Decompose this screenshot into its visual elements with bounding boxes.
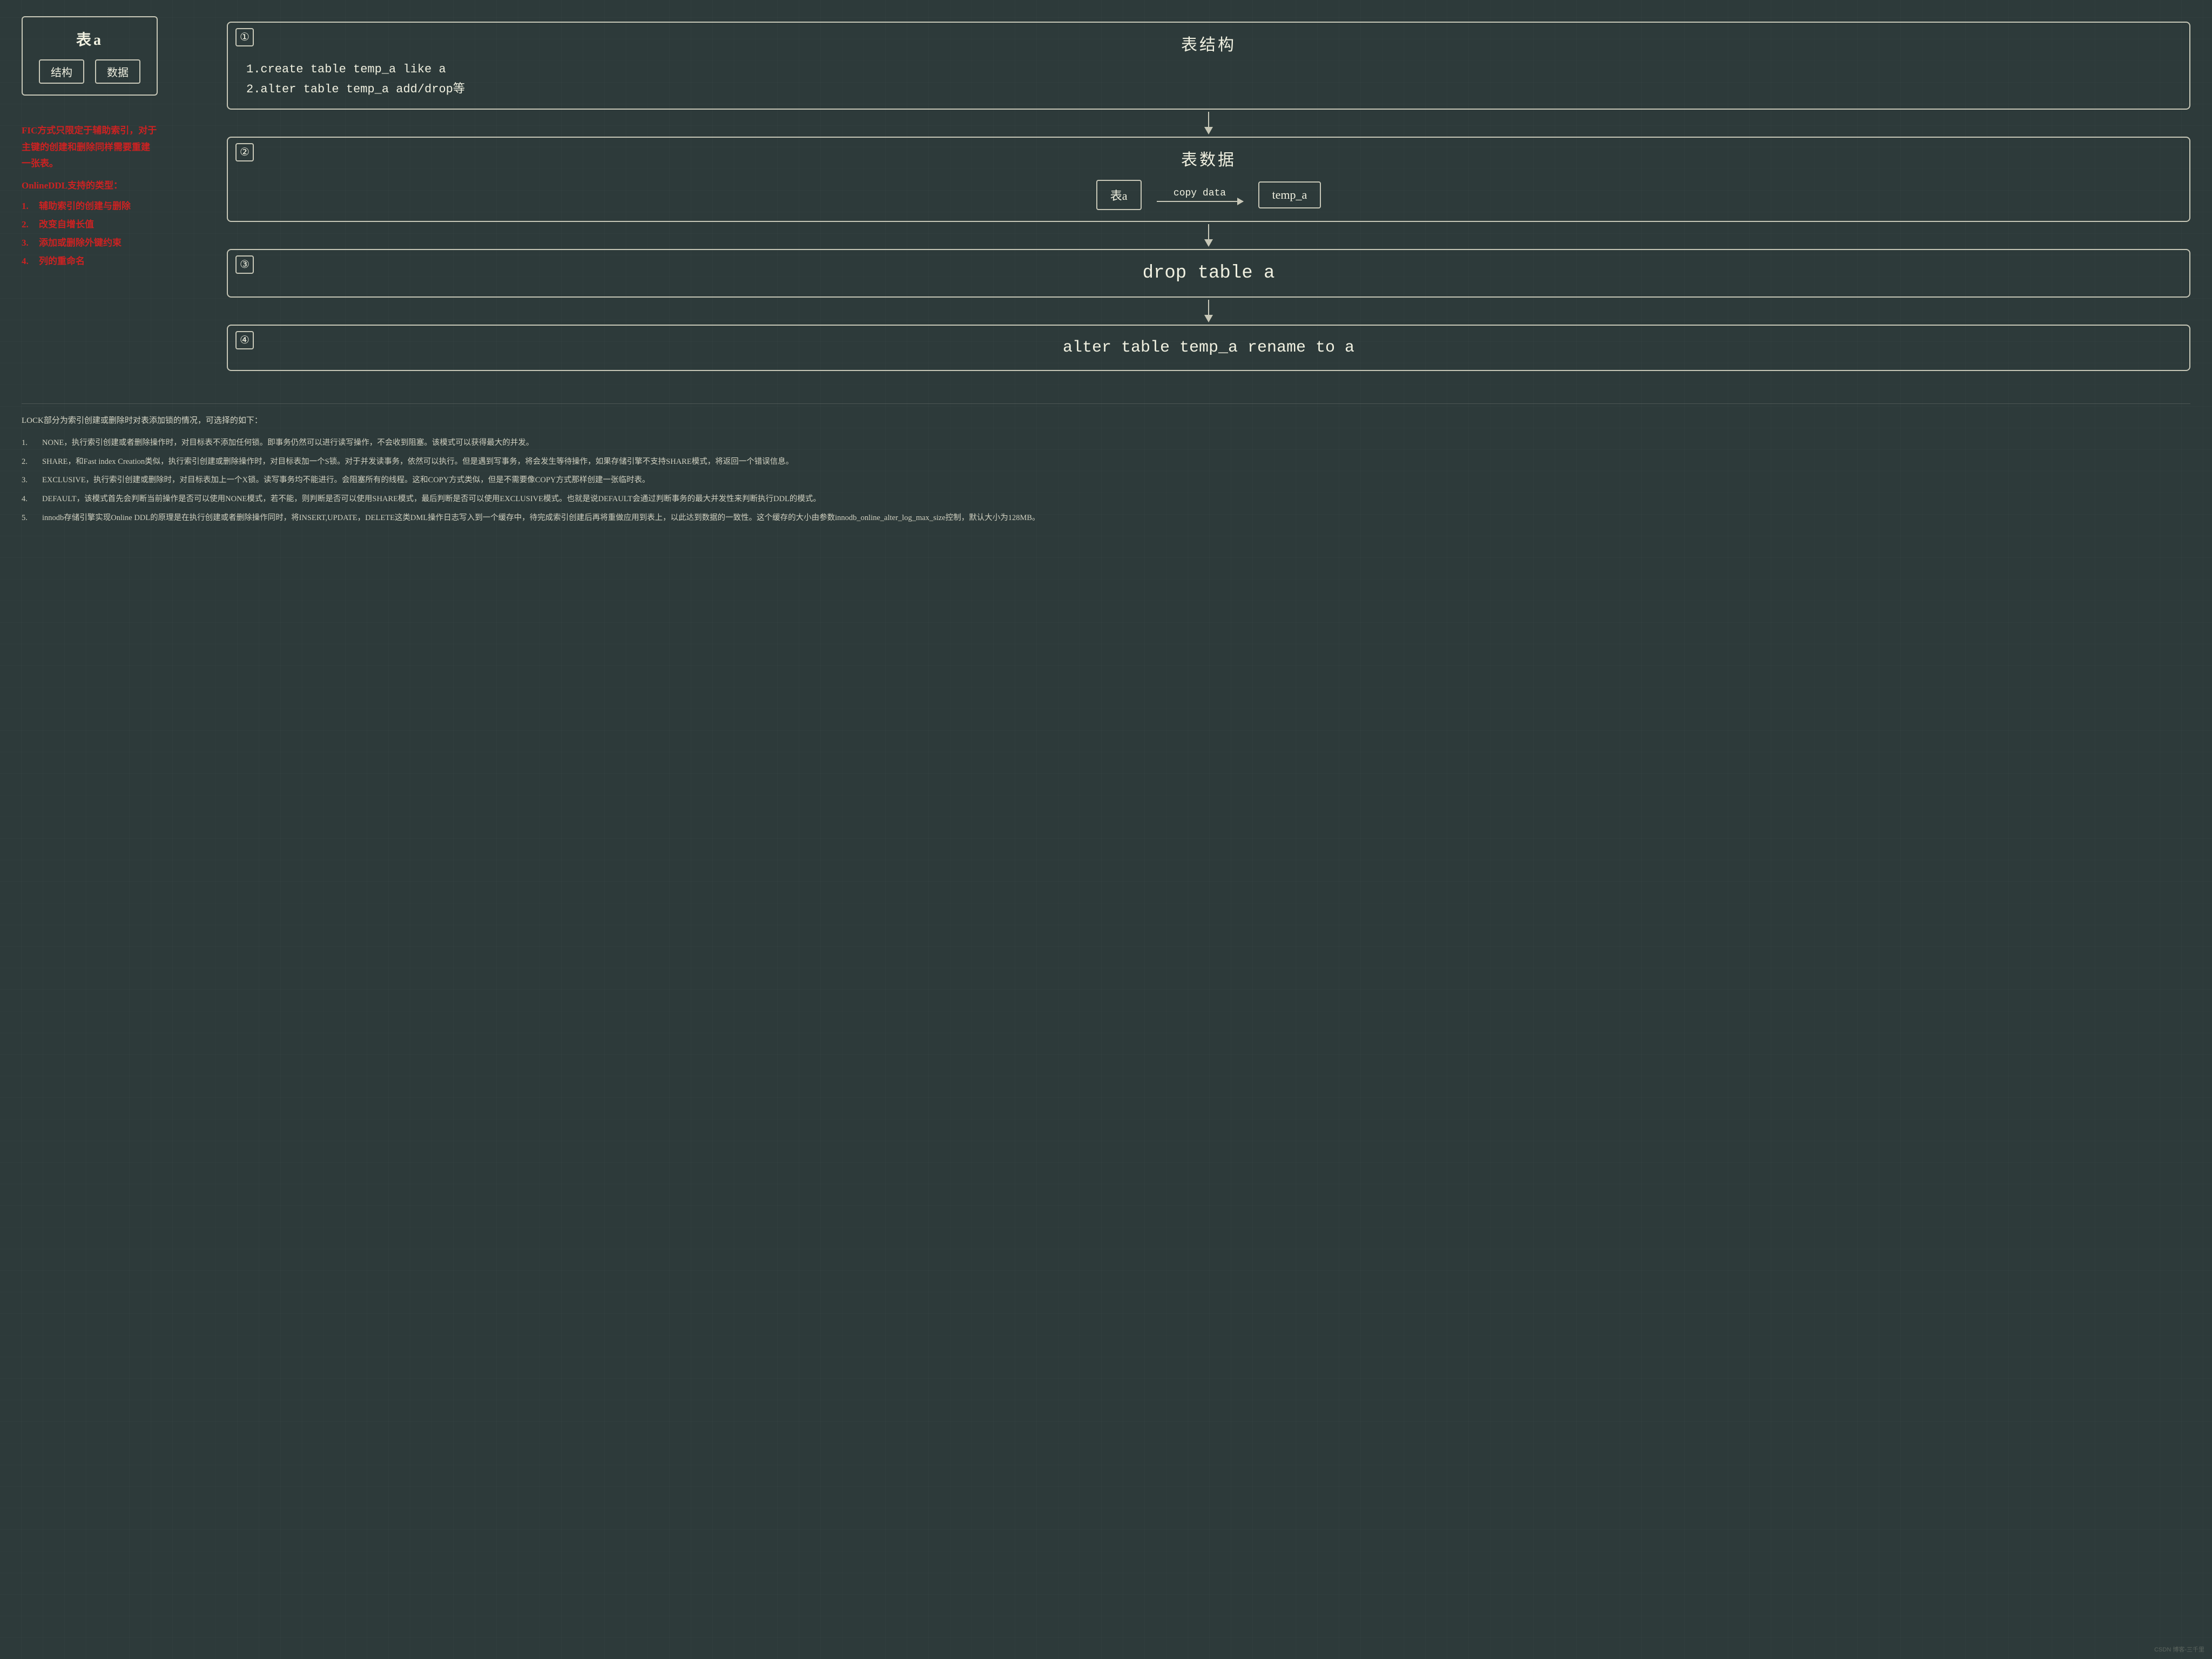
main-content: 表a 结构 数据 FIC方式只限定于辅助索引，对于 主键的创建和删除同样需要重建… (22, 16, 2190, 530)
right-panel: ① 表结构 1.create table temp_a like a 2.alt… (227, 16, 2190, 371)
flow-box-4: ④ alter table temp_a rename to a (227, 325, 2190, 371)
arrow-line-3 (1208, 300, 1209, 315)
flow-box-2-number: ② (235, 143, 254, 161)
fic-line2: 主键的创建和删除同样需要重建 (22, 139, 205, 156)
list-item-3: 3.添加或删除外键约束 (22, 234, 205, 252)
table-a-box: 表a 结构 数据 (22, 16, 158, 96)
fic-note: FIC方式只限定于辅助索引，对于 主键的创建和删除同样需要重建 一张表。 Onl… (22, 123, 205, 271)
bottom-item-1: 1. NONE，执行索引创建或者删除操作时，对目标表不添加任何锁。即事务仍然可以… (22, 436, 2190, 450)
arrow-head-3 (1204, 315, 1213, 322)
arrow-2-3 (1204, 222, 1213, 249)
fic-line1: FIC方式只限定于辅助索引，对于 (22, 123, 205, 139)
list-item-1: 1.辅助索引的创建与删除 (22, 197, 205, 215)
flow-box-1: ① 表结构 1.create table temp_a like a 2.alt… (227, 22, 2190, 110)
flow-box-2-title: 表数据 (241, 146, 2176, 170)
online-ddl-list: 1.辅助索引的创建与删除 2.改变自增长值 3.添加或删除外键约束 4.列的重命… (22, 197, 205, 271)
flow-box-1-title: 表结构 (241, 31, 2176, 55)
arrow-3-4 (1204, 298, 1213, 325)
flow-box-4-content: alter table temp_a rename to a (241, 334, 2176, 361)
table-a-title: 表a (76, 28, 103, 50)
arrow-head-2 (1204, 239, 1213, 247)
fic-line3: 一张表。 (22, 156, 205, 172)
bottom-intro: LOCK部分为索引创建或删除时对表添加锁的情况，可选择的如下： (22, 414, 2190, 428)
data-button: 数据 (95, 59, 140, 84)
copy-data-label: copy data (1174, 188, 1226, 199)
arrow-line-2 (1208, 224, 1209, 239)
online-ddl-title: OnlineDDL支持的类型： (22, 178, 205, 194)
arrow-line-h (1157, 201, 1243, 202)
arrow-head-1 (1204, 127, 1213, 134)
bottom-item-5: 5. innodb存储引擎实现Online DDL的原理是在执行创建或者删除操作… (22, 511, 2190, 525)
list-item-4: 4.列的重命名 (22, 252, 205, 271)
bottom-item-2: 2. SHARE，和Fast index Creation类似，执行索引创建或删… (22, 455, 2190, 469)
top-section: 表a 结构 数据 FIC方式只限定于辅助索引，对于 主键的创建和删除同样需要重建… (22, 16, 2190, 371)
flow-box-3: ③ drop table a (227, 249, 2190, 298)
bottom-list: 1. NONE，执行索引创建或者删除操作时，对目标表不添加任何锁。即事务仍然可以… (22, 436, 2190, 525)
table-a-inner: 表a (1096, 180, 1142, 210)
bottom-section: LOCK部分为索引创建或删除时对表添加锁的情况，可选择的如下： 1. NONE，… (22, 403, 2190, 530)
arrow-down-2 (1204, 224, 1213, 247)
copy-data-arrow: copy data (1151, 188, 1249, 202)
flow-box-1-number: ① (235, 28, 254, 46)
flow-box-3-number: ③ (235, 255, 254, 274)
arrow-down-3 (1204, 300, 1213, 322)
flow-box-1-line2: 2.alter table temp_a add/drop等 (246, 79, 2176, 99)
list-item-2: 2.改变自增长值 (22, 215, 205, 234)
flow-box-1-code: 1.create table temp_a like a 2.alter tab… (241, 59, 2176, 100)
left-panel: 表a 结构 数据 FIC方式只限定于辅助索引，对于 主键的创建和删除同样需要重建… (22, 16, 205, 371)
structure-button: 结构 (39, 59, 84, 84)
flow-box-1-line1: 1.create table temp_a like a (246, 59, 2176, 79)
temp-a-inner: temp_a (1258, 181, 1321, 208)
watermark: CSDN 博客-三千里 (2154, 1645, 2204, 1654)
flow-box-4-number: ④ (235, 331, 254, 349)
flow-box-2-inner: 表a copy data temp_a (241, 174, 2176, 212)
arrow-1-2 (1204, 110, 1213, 137)
bottom-item-4: 4. DEFAULT，该模式首先会判断当前操作是否可以使用NONE模式，若不能，… (22, 492, 2190, 507)
flow-box-3-content: drop table a (241, 259, 2176, 288)
arrow-line-1 (1208, 112, 1209, 127)
flow-box-2: ② 表数据 表a copy data temp_a (227, 137, 2190, 222)
bottom-item-3: 3. EXCLUSIVE，执行索引创建或删除时，对目标表加上一个X锁。读写事务均… (22, 473, 2190, 488)
table-a-buttons: 结构 数据 (39, 59, 140, 84)
arrow-down-1 (1204, 112, 1213, 134)
